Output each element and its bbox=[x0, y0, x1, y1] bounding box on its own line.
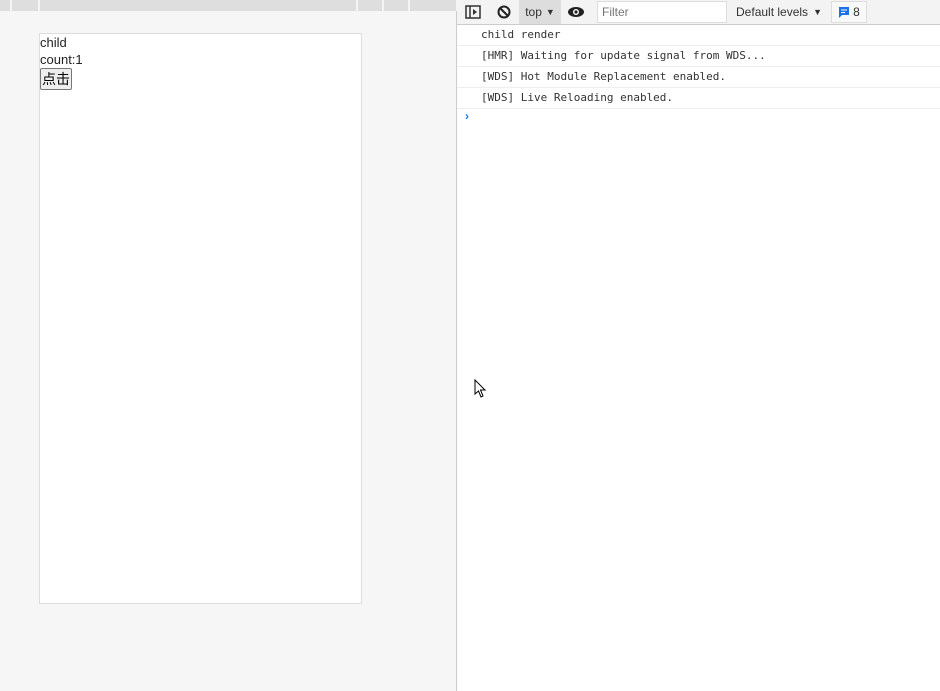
count-text: count:1 bbox=[40, 52, 83, 67]
clear-console-icon[interactable] bbox=[489, 0, 519, 24]
context-select[interactable]: top ▼ bbox=[519, 0, 561, 24]
dropdown-arrow-icon: ▼ bbox=[545, 7, 555, 17]
console-message: child render bbox=[457, 25, 940, 46]
live-expression-eye-icon[interactable] bbox=[561, 0, 591, 24]
context-value: top bbox=[525, 5, 542, 19]
click-button[interactable]: 点击 bbox=[40, 68, 72, 90]
dropdown-arrow-icon: ▼ bbox=[813, 7, 822, 17]
console-panel: top▼ Default levels▼ 8 child render [HMR… bbox=[457, 0, 940, 691]
log-levels-value: Default levels bbox=[736, 5, 809, 19]
show-sidebar-icon[interactable] bbox=[457, 0, 489, 24]
console-message: [WDS] Live Reloading enabled. bbox=[457, 88, 940, 109]
child-label: child bbox=[40, 35, 67, 50]
device-toolbar-strip bbox=[0, 0, 458, 11]
log-levels-select[interactable]: Default levels ▼ bbox=[731, 0, 827, 24]
messages-count-button[interactable]: 8 bbox=[831, 1, 867, 23]
console-message: [WDS] Hot Module Replacement enabled. bbox=[457, 67, 940, 88]
message-count: 8 bbox=[853, 5, 860, 19]
page-preview: child count:1 点击 bbox=[0, 0, 458, 691]
mouse-cursor-icon bbox=[474, 379, 487, 398]
console-messages: child render [HMR] Waiting for update si… bbox=[457, 25, 940, 123]
console-prompt[interactable]: › bbox=[457, 109, 940, 123]
message-icon bbox=[839, 7, 850, 18]
device-viewport: child count:1 点击 bbox=[39, 33, 362, 604]
filter-input[interactable] bbox=[597, 1, 727, 23]
console-message: [HMR] Waiting for update signal from WDS… bbox=[457, 46, 940, 67]
console-toolbar: top▼ Default levels▼ 8 bbox=[457, 0, 940, 25]
